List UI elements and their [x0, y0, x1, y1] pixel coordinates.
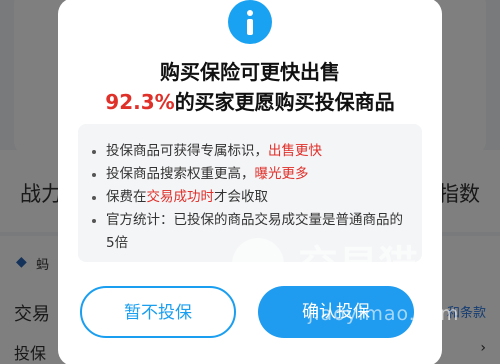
dialog-title: 购买保险可更快出售 — [160, 60, 340, 84]
watermark-site: jiaoyimao.com — [308, 303, 460, 325]
insurance-dialog: 购买保险可更快出售 92.3%的买家更愿购买投保商品 投保商品可获得专属标识，出… — [58, 0, 458, 364]
benefits-box: 投保商品可获得专属标识，出售更快 投保商品搜索权重更高，曝光更多 保费在交易成功… — [78, 124, 422, 262]
dialog-subtitle: 92.3%的买家更愿购买投保商品 — [58, 86, 442, 115]
benefit-item: 投保商品可获得专属标识，出售更快 — [90, 140, 410, 163]
benefit-item: 投保商品搜索权重更高，曝光更多 — [90, 163, 410, 186]
buyer-percentage: 92.3% — [105, 90, 175, 114]
subtitle-text: 的买家更愿购买投保商品 — [174, 90, 395, 114]
decline-insurance-button[interactable]: 暂不投保 — [80, 286, 236, 338]
benefit-item: 官方统计：已投保的商品交易成交量是普通商品的5倍 — [90, 209, 410, 255]
info-icon — [228, 0, 272, 44]
benefit-item: 保费在交易成功时才会收取 — [90, 186, 410, 209]
